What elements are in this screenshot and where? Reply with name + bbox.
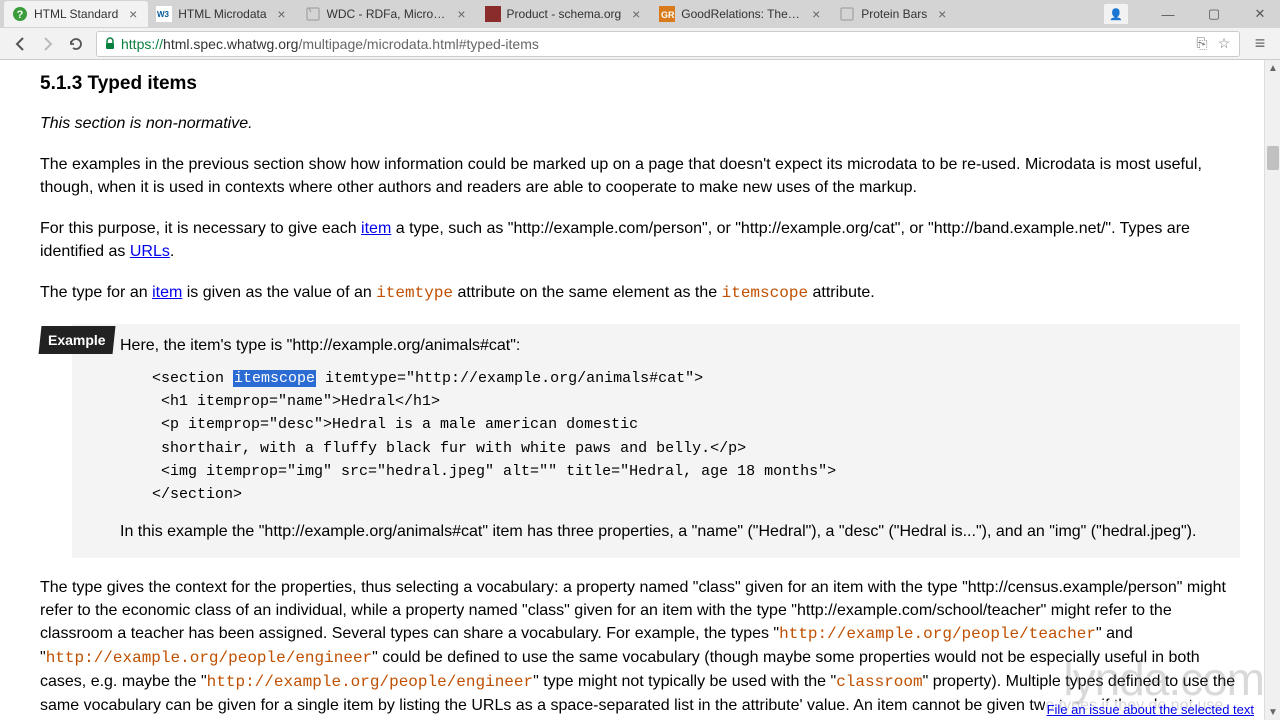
tab-goodrelations[interactable]: GR GoodRelations: The Pr × — [651, 1, 831, 27]
tab-protein-bars[interactable]: Protein Bars × — [831, 1, 957, 27]
menu-button[interactable]: ≡ — [1246, 30, 1274, 58]
engineer-code: http://example.org/people/engineer — [46, 649, 372, 667]
generic-icon — [839, 6, 855, 22]
paragraph-2: For this purpose, it is necessary to giv… — [40, 217, 1240, 263]
gr-icon: GR — [659, 6, 675, 22]
forward-button[interactable] — [34, 30, 62, 58]
classroom-code: classroom — [836, 673, 922, 691]
w3-icon: W3 — [156, 6, 172, 22]
tab-label: GoodRelations: The Pr — [681, 7, 801, 21]
back-button[interactable] — [6, 30, 34, 58]
reload-button[interactable] — [62, 30, 90, 58]
schema-icon — [485, 6, 501, 22]
item-link[interactable]: item — [361, 220, 391, 237]
tab-wdc[interactable]: WDC - RDFa, Microdat × — [297, 1, 477, 27]
highlighted-text: itemscope — [233, 370, 316, 387]
window-controls: 👤 — ▢ ✕ — [1104, 3, 1280, 25]
tab-strip: ? HTML Standard × W3 HTML Microdata × WD… — [0, 0, 1280, 28]
tab-html-standard[interactable]: ? HTML Standard × — [4, 1, 148, 27]
user-icon[interactable]: 👤 — [1104, 4, 1128, 24]
scroll-thumb[interactable] — [1267, 146, 1279, 170]
example-outro: In this example the "http://example.org/… — [120, 520, 1226, 543]
tab-html-microdata[interactable]: W3 HTML Microdata × — [148, 1, 296, 27]
lock-icon — [103, 37, 117, 51]
paragraph-3: The type for an item is given as the val… — [40, 281, 1240, 305]
scrollbar[interactable]: ▲ ▼ — [1264, 60, 1280, 720]
svg-text:GR: GR — [661, 10, 675, 20]
file-issue-link[interactable]: File an issue about the selected text — [1045, 701, 1256, 718]
example-box: Example Here, the item's type is "http:/… — [72, 324, 1240, 558]
close-icon[interactable]: × — [455, 7, 469, 21]
tab-label: Product - schema.org — [507, 7, 622, 21]
itemtype-code: itemtype — [376, 284, 453, 302]
viewport: 5.1.3 Typed items This section is non-no… — [0, 60, 1280, 720]
teacher-code: http://example.org/people/teacher — [779, 625, 1096, 643]
urls-link[interactable]: URLs — [130, 243, 170, 260]
bookmark-icon[interactable]: ☆ — [1215, 35, 1233, 53]
minimize-button[interactable]: — — [1152, 3, 1184, 25]
paragraph-4: The type gives the context for the prope… — [40, 576, 1240, 720]
svg-text:?: ? — [17, 9, 24, 21]
translate-icon[interactable]: ⎘ — [1193, 35, 1211, 53]
scroll-up-arrow[interactable]: ▲ — [1265, 60, 1280, 76]
close-icon[interactable]: × — [809, 7, 823, 21]
non-normative-note: This section is non-normative. — [40, 112, 1240, 135]
address-bar[interactable]: https://html.spec.whatwg.org/multipage/m… — [96, 31, 1240, 57]
scroll-down-arrow[interactable]: ▼ — [1265, 704, 1280, 720]
svg-text:W3: W3 — [157, 10, 170, 19]
page-content: 5.1.3 Typed items This section is non-no… — [0, 60, 1280, 720]
close-icon[interactable]: × — [629, 7, 643, 21]
section-heading: 5.1.3 Typed items — [40, 70, 1240, 98]
close-icon[interactable]: × — [275, 7, 289, 21]
tab-label: Protein Bars — [861, 7, 927, 21]
engineer-code-2: http://example.org/people/engineer — [207, 673, 533, 691]
code-block[interactable]: <section itemscope itemtype="http://exam… — [152, 367, 1226, 507]
paragraph-1: The examples in the previous section sho… — [40, 153, 1240, 199]
tab-label: HTML Standard — [34, 7, 118, 21]
tab-label: HTML Microdata — [178, 7, 266, 21]
example-label: Example — [39, 326, 116, 354]
tab-label: WDC - RDFa, Microdat — [327, 7, 447, 21]
itemscope-code: itemscope — [722, 284, 808, 302]
generic-icon — [305, 6, 321, 22]
close-icon[interactable]: × — [126, 7, 140, 21]
browser-chrome: ? HTML Standard × W3 HTML Microdata × WD… — [0, 0, 1280, 60]
maximize-button[interactable]: ▢ — [1198, 3, 1230, 25]
close-window-button[interactable]: ✕ — [1244, 3, 1276, 25]
url-text: https://html.spec.whatwg.org/multipage/m… — [121, 36, 1189, 52]
whatwg-icon: ? — [12, 6, 28, 22]
toolbar: https://html.spec.whatwg.org/multipage/m… — [0, 28, 1280, 60]
tab-schema[interactable]: Product - schema.org × — [477, 1, 652, 27]
example-intro: Here, the item's type is "http://example… — [120, 334, 1226, 357]
close-icon[interactable]: × — [935, 7, 949, 21]
item-link[interactable]: item — [152, 284, 182, 301]
